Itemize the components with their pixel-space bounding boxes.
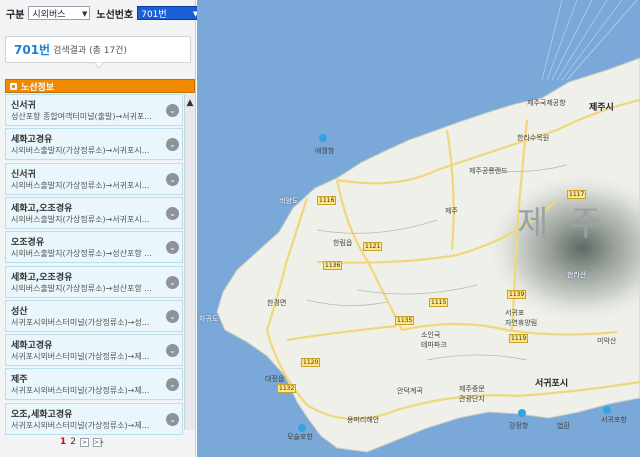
- road-sign-1132: 1132: [277, 384, 297, 393]
- route-desc: 서귀포시외버스터미널(가상정류소)→제...: [11, 420, 150, 430]
- label-jeju-city: 제주시: [589, 103, 614, 113]
- chevron-down-icon[interactable]: ⌄: [166, 206, 179, 220]
- chevron-down-icon[interactable]: ⌄: [166, 172, 179, 186]
- label-biyangdo: 비양도: [279, 197, 299, 205]
- route-list-item[interactable]: 성산 서귀포시외버스터미널(가상정류소)→성... ⌄: [5, 299, 183, 332]
- next-page-icon[interactable]: >: [80, 437, 89, 447]
- road-sign-1120: 1120: [301, 358, 321, 367]
- route-label: 노선번호: [96, 9, 134, 21]
- label-hallasumok: 한라수목원: [517, 134, 550, 142]
- scroll-up-icon[interactable]: ▲: [185, 98, 195, 108]
- chevron-down-icon[interactable]: ⌄: [166, 309, 179, 323]
- route-name: 세화고경유: [11, 135, 53, 146]
- road-sign-1115: 1115: [429, 298, 449, 307]
- chevron-down-icon[interactable]: ⌄: [166, 241, 179, 255]
- label-dinoland: 제주공룡랜드: [469, 167, 508, 175]
- label-forest: 서귀포 자연휴양림: [505, 309, 538, 327]
- label-jeju-big: 제주: [517, 204, 624, 244]
- label-hallim: 한림읍: [333, 239, 353, 247]
- last-page-icon[interactable]: >>: [93, 437, 104, 447]
- label-soin: 소인국 테마파크: [421, 331, 447, 349]
- route-name: 오조경유: [11, 238, 45, 249]
- route-name: 세화고,오조경유: [11, 272, 73, 283]
- callout-tail: [94, 62, 104, 68]
- route-list-item[interactable]: 세화고,오조경유 시외버스출발지(가상정류소)→서귀포시... ⌄: [5, 196, 183, 229]
- search-result-box: 701번 검색결과 (총 17건): [5, 36, 191, 68]
- route-select-value: 701번: [141, 9, 167, 20]
- road-sign-1117: 1117: [567, 190, 587, 199]
- label-miaksan: 미악산: [597, 337, 617, 345]
- road-sign-1116: 1116: [317, 196, 337, 205]
- route-desc: 서귀포시외버스터미널(가상정류소)→성...: [11, 317, 150, 327]
- road-sign-1119: 1119: [509, 334, 529, 343]
- route-list-item[interactable]: 신서귀 시외버스출발지(가상정류소)→서귀포시... ⌄: [5, 162, 183, 195]
- route-list-item[interactable]: 오조경유 시외버스출발지(가상정류소)→성산포항 ... ⌄: [5, 231, 183, 264]
- route-list-item[interactable]: 세화고,오조경유 시외버스출발지(가상정류소)→성산포항 ... ⌄: [5, 265, 183, 298]
- route-info-header: 노선정보: [5, 79, 195, 93]
- route-desc: 서귀포시외버스터미널(가상정류소)→제...: [11, 352, 150, 362]
- map-view[interactable]: 제주시 제주 서귀포시 제주국제공항 한라수목원 애월항 비양도 한림읍 한경면…: [197, 0, 640, 457]
- label-ewolhang: 애월항: [315, 147, 335, 155]
- type-label: 구분: [6, 9, 25, 21]
- pagination: 1 2 > >>: [60, 436, 104, 448]
- route-desc: 시외버스출발지(가상정류소)→서귀포시...: [11, 146, 150, 156]
- chevron-down-icon[interactable]: ⌄: [166, 104, 179, 117]
- road-sign-1121: 1121: [363, 242, 383, 251]
- chevron-down-icon[interactable]: ⌄: [166, 138, 179, 152]
- result-count: 검색결과 (총 17건): [53, 46, 127, 56]
- route-name: 세화고경유: [11, 341, 53, 352]
- result-route: 701번: [14, 43, 51, 57]
- label-yongmeori: 용머리해안: [347, 416, 380, 424]
- route-name: 신서귀: [11, 101, 36, 111]
- chevron-down-icon[interactable]: ⌄: [166, 275, 179, 289]
- road-sign-1139: 1139: [507, 290, 527, 299]
- label-daejeong: 대정읍: [265, 375, 285, 383]
- route-list-item[interactable]: 세화고경유 서귀포시외버스터미널(가상정류소)→제... ⌄: [5, 334, 183, 367]
- label-seogwipohang: 서귀포항: [601, 416, 627, 424]
- list-scrollbar[interactable]: ▲: [184, 94, 195, 430]
- route-list-item[interactable]: 제주 서귀포시외버스터미널(가상정류소)→제... ⌄: [5, 368, 183, 401]
- route-name: 제주: [11, 375, 28, 386]
- label-jeju-pass: 제주: [445, 207, 458, 215]
- filter-row: 구분 시외버스 ▼ 노선번호 701번 ▼: [6, 5, 202, 21]
- label-jeju-airport: 제주국제공항: [527, 99, 566, 107]
- label-anduk: 안덕계곡: [397, 387, 423, 395]
- route-desc: 시외버스출발지(가상정류소)→서귀포시...: [11, 180, 150, 190]
- route-list-item[interactable]: 세화고경유 시외버스출발지(가상정류소)→서귀포시... ⌄: [5, 128, 183, 161]
- route-list-item[interactable]: 신서귀 성산포항 종합여객터미널(출발)→서귀포... ⌄: [5, 94, 183, 126]
- label-hangyeong: 한경면: [267, 299, 287, 307]
- label-jungmun: 제주중문 관광단지: [459, 385, 485, 403]
- road-sign-1135: 1135: [395, 316, 415, 325]
- route-desc: 시외버스출발지(가상정류소)→성산포항 ...: [11, 249, 152, 259]
- page-2[interactable]: 2: [70, 437, 76, 447]
- chevron-down-icon[interactable]: ⌄: [166, 378, 179, 392]
- label-hallasan: 한라산: [567, 271, 587, 279]
- road-sign-1136: 1136: [323, 261, 343, 270]
- route-name: 성산: [11, 306, 28, 317]
- label-beophwan: 법환: [557, 422, 570, 430]
- chevron-down-icon[interactable]: ⌄: [166, 344, 179, 358]
- route-desc: 서귀포시외버스터미널(가상정류소)→제...: [11, 386, 150, 396]
- route-list-item[interactable]: 오조,세화고경유 서귀포시외버스터미널(가상정류소)→제... ⌄: [5, 402, 183, 435]
- type-select[interactable]: 시외버스 ▼: [28, 6, 91, 20]
- search-panel: 구분 시외버스 ▼ 노선번호 701번 ▼ 701번 검색결과 (총 17건) …: [0, 0, 202, 457]
- label-mohang: 모슬포항: [287, 433, 313, 441]
- chevron-down-icon[interactable]: ⌄: [166, 412, 179, 426]
- route-select[interactable]: 701번 ▼: [137, 6, 202, 20]
- route-name: 오조,세화고경유: [11, 409, 73, 420]
- label-seogwipo: 서귀포시: [535, 379, 569, 389]
- route-name: 세화고,오조경유: [11, 203, 73, 214]
- label-chagwido: 차귀도: [199, 315, 219, 323]
- route-info-title: 노선정보: [21, 82, 55, 93]
- chevron-down-icon: ▼: [82, 10, 88, 18]
- route-desc: 성산포항 종합여객터미널(출발)→서귀포...: [11, 112, 152, 121]
- page-1[interactable]: 1: [60, 437, 66, 447]
- bullet-icon: [10, 82, 17, 90]
- type-select-value: 시외버스: [32, 9, 66, 20]
- route-desc: 시외버스출발지(가상정류소)→성산포항 ...: [11, 283, 152, 293]
- route-desc: 시외버스출발지(가상정류소)→서귀포시...: [11, 214, 150, 224]
- route-name: 신서귀: [11, 169, 36, 180]
- label-gangjeong: 강정항: [509, 422, 529, 430]
